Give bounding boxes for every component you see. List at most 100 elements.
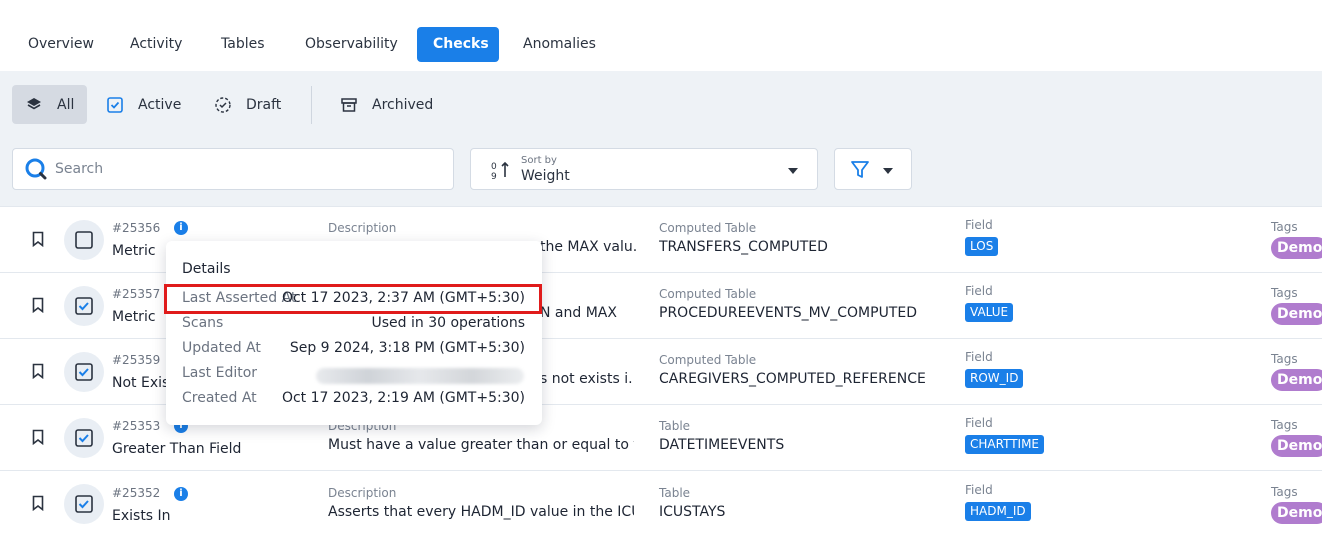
sort-value: Weight: [521, 168, 570, 184]
svg-text:9: 9: [491, 172, 497, 180]
tab-anomalies[interactable]: Anomalies: [507, 27, 612, 62]
field-label: Field: [965, 350, 993, 364]
check-square-icon: [107, 96, 123, 113]
field-badge: VALUE: [965, 303, 1014, 322]
table-value: CAREGIVERS_COMPUTED_REFERENCE: [659, 371, 926, 387]
select-checkbox[interactable]: [64, 286, 104, 326]
funnel-icon: [851, 161, 869, 178]
detail-value: Used in 30 operations: [371, 315, 525, 331]
table-value: DATETIMEEVENTS: [659, 437, 785, 453]
sort-select[interactable]: 09 Sort by Weight: [470, 148, 818, 190]
table-label: Table: [659, 486, 691, 500]
select-checkbox[interactable]: [64, 352, 104, 392]
filter-archived[interactable]: Archived: [340, 85, 433, 124]
field-label: Field: [965, 218, 993, 232]
tags-label: Tags: [1271, 220, 1298, 234]
tag-badge: Demo: [1271, 369, 1322, 391]
check-square-icon: [75, 429, 93, 447]
filter-draft[interactable]: Draft: [214, 85, 281, 124]
check-id: #25352: [112, 486, 161, 500]
check-square-icon: [75, 495, 93, 513]
tag-badge: Demo: [1271, 435, 1322, 457]
draft-icon: [215, 96, 231, 113]
select-checkbox[interactable]: [64, 418, 104, 458]
check-square-icon: [75, 297, 93, 315]
description-value: Asserts that every HADM_ID value in the …: [328, 504, 634, 520]
table-label: Table: [659, 419, 691, 433]
tags-label: Tags: [1271, 286, 1298, 300]
filter-active[interactable]: Active: [106, 85, 181, 124]
table-value: ICUSTAYS: [659, 504, 726, 520]
field-badge: CHARTTIME: [965, 435, 1044, 454]
tags-label: Tags: [1271, 485, 1298, 499]
check-id: #25353: [112, 419, 161, 433]
check-name: Greater Than Field: [112, 441, 242, 457]
bookmark-icon[interactable]: [32, 429, 44, 445]
select-checkbox[interactable]: [64, 484, 104, 524]
info-icon[interactable]: i: [174, 487, 188, 501]
description-value: s not exists i...: [540, 371, 632, 387]
bookmark-icon[interactable]: [32, 297, 44, 313]
detail-value: Sep 9 2024, 3:18 PM (GMT+5:30): [289, 340, 525, 356]
bookmark-icon[interactable]: [32, 495, 44, 511]
field-label: Field: [965, 284, 993, 298]
field-badge: LOS: [965, 237, 999, 256]
info-icon[interactable]: i: [174, 221, 188, 235]
chevron-down-icon: [788, 168, 798, 174]
search-icon: [25, 158, 47, 180]
bookmark-icon[interactable]: [32, 363, 44, 379]
tab-activity[interactable]: Activity: [114, 27, 198, 62]
tab-overview[interactable]: Overview: [12, 27, 110, 62]
layers-icon: [27, 97, 41, 109]
divider: [311, 86, 312, 124]
check-square-icon: [75, 363, 93, 381]
check-id: #25356: [112, 221, 161, 235]
details-popover: Details Last Asserted At Oct 17 2023, 2:…: [166, 241, 542, 425]
detail-key: Last Editor: [182, 365, 258, 381]
detail-key: Updated At: [182, 340, 261, 356]
sort-caption: Sort by: [521, 155, 557, 166]
tab-tables[interactable]: Tables: [205, 27, 281, 62]
check-name: Metric: [112, 243, 156, 259]
filter-active-label: Active: [138, 96, 182, 113]
tag-badge: Demo: [1271, 303, 1322, 325]
description-label: Description: [328, 221, 397, 235]
tab-checks[interactable]: Checks: [417, 27, 499, 62]
table-label: Computed Table: [659, 221, 757, 235]
checkbox-empty-icon: [75, 231, 93, 249]
description-value: Must have a value greater than or equal …: [328, 437, 634, 453]
bookmark-icon[interactable]: [32, 231, 44, 247]
search-box[interactable]: [12, 148, 454, 190]
filter-button[interactable]: [834, 148, 912, 190]
table-label: Computed Table: [659, 353, 757, 367]
check-id: #25359: [112, 353, 161, 367]
top-nav: Overview Activity Tables Observability C…: [0, 0, 1322, 71]
detail-key: Created At: [182, 390, 257, 406]
search-input[interactable]: [55, 161, 415, 177]
filter-all-label: All: [57, 96, 75, 113]
archive-icon: [341, 97, 357, 112]
redacted-editor: [316, 368, 524, 384]
field-label: Field: [965, 483, 993, 497]
select-checkbox[interactable]: [64, 220, 104, 260]
detail-key: Scans: [182, 315, 224, 331]
check-name: Metric: [112, 309, 156, 325]
tags-label: Tags: [1271, 418, 1298, 432]
tag-badge: Demo: [1271, 502, 1322, 524]
list-item[interactable]: #25352 i Exists In Description Asserts t…: [0, 470, 1322, 533]
filter-archived-label: Archived: [372, 96, 434, 113]
popover-title: Details: [182, 261, 231, 277]
sort-icon: 09: [491, 161, 509, 180]
svg-text:0: 0: [491, 162, 497, 172]
field-badge: ROW_ID: [965, 369, 1024, 388]
chevron-down-icon: [883, 168, 893, 174]
table-label: Computed Table: [659, 287, 757, 301]
table-value: TRANSFERS_COMPUTED: [659, 239, 828, 255]
table-value: PROCEDUREEVENTS_MV_COMPUTED: [659, 305, 917, 321]
field-badge: HADM_ID: [965, 502, 1031, 521]
description-value: the MAX valu...: [540, 239, 636, 255]
filter-all[interactable]: All: [12, 85, 87, 124]
field-label: Field: [965, 416, 993, 430]
tab-observability[interactable]: Observability: [289, 27, 414, 62]
detail-value: Oct 17 2023, 2:19 AM (GMT+5:30): [281, 390, 525, 406]
